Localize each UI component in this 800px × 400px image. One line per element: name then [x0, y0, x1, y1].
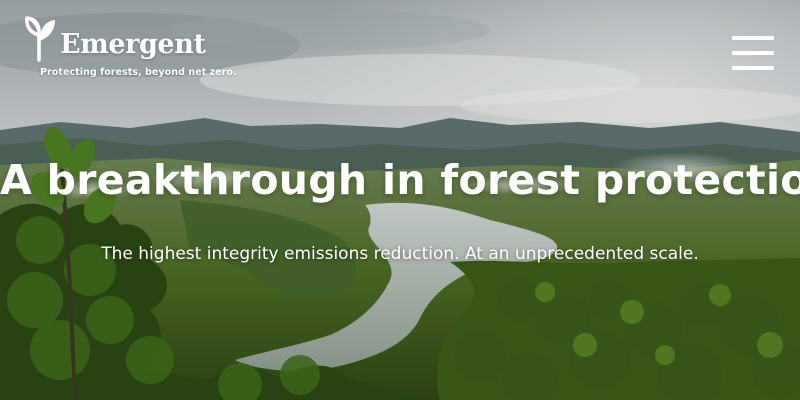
menu-bar-top: [732, 36, 774, 40]
menu-button[interactable]: [728, 34, 776, 74]
menu-bar-middle: [732, 51, 774, 55]
tree-leaf-logo-icon: [25, 16, 55, 62]
hero-section: Emergent Protecting forests, beyond net …: [0, 0, 800, 400]
hero-headline: A breakthrough in forest protection: [0, 156, 800, 204]
hero-subheadline: The highest integrity emissions reductio…: [101, 244, 699, 264]
logo-wordmark: Emergent: [60, 29, 206, 60]
menu-bar-bottom: [732, 66, 774, 70]
tagline: Protecting forests, beyond net zero.: [40, 67, 237, 78]
brand[interactable]: Emergent Protecting forests, beyond net …: [24, 16, 284, 80]
